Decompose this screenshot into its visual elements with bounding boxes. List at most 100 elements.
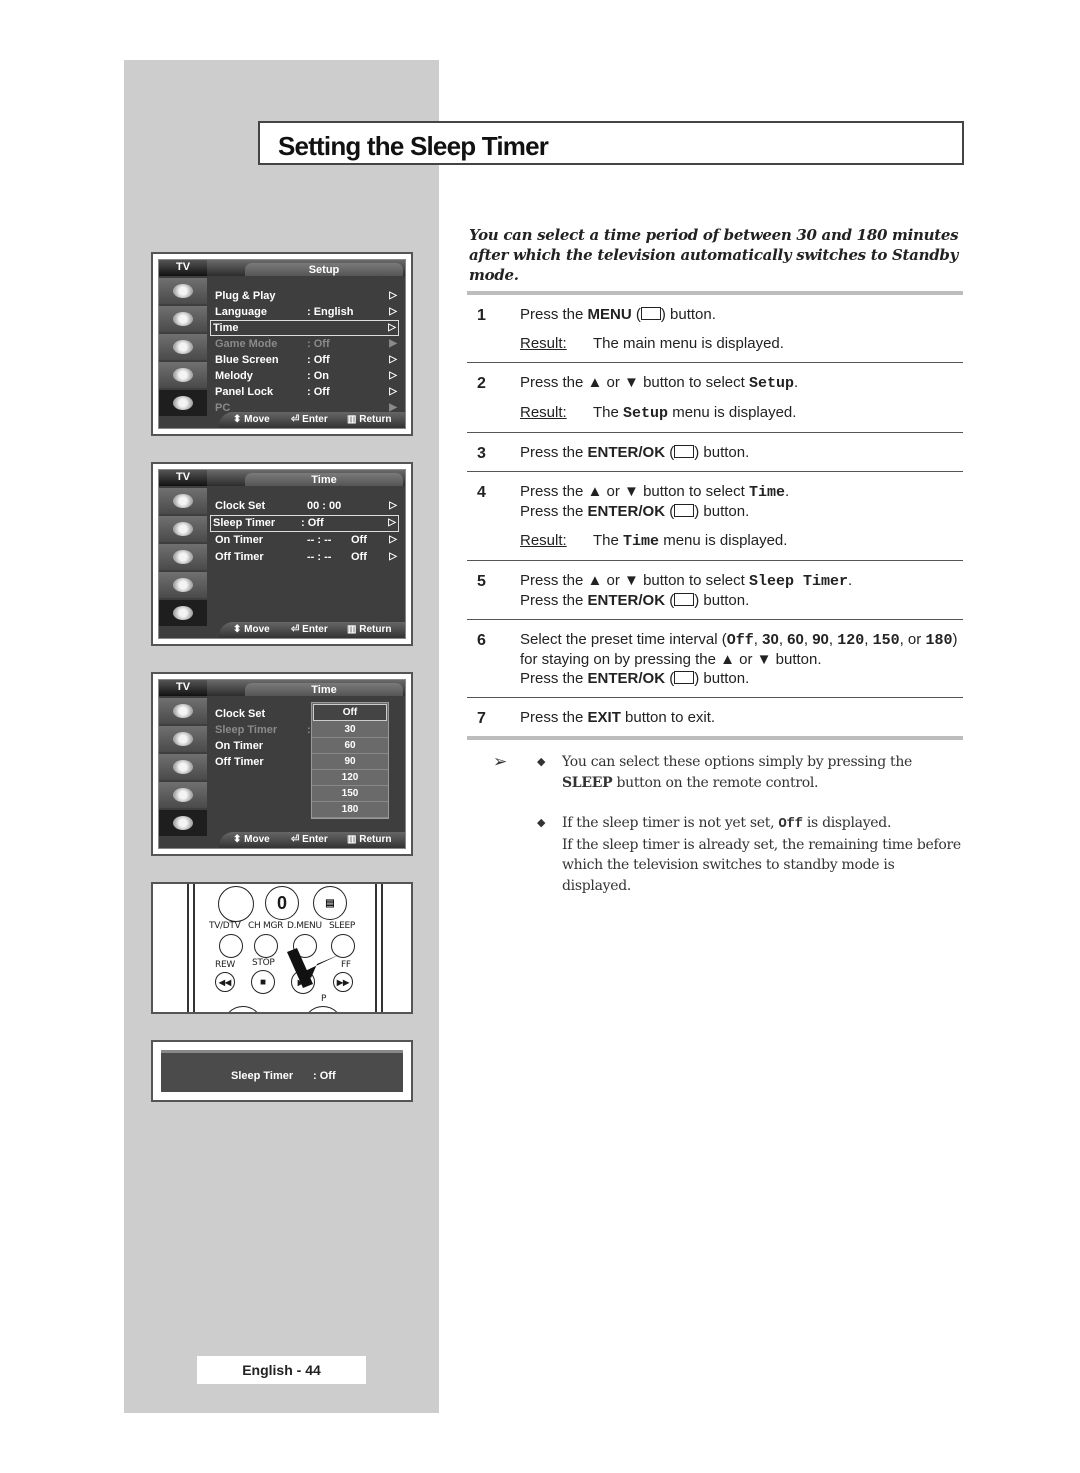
stop-label: STOP [252, 958, 275, 968]
sleep-timer-status-osd: Sleep Timer : Off [151, 1040, 413, 1102]
sleep-label: SLEEP [329, 921, 356, 931]
remote-info-button: ▤ [313, 886, 347, 920]
tvdtv-button [219, 934, 243, 958]
step-2: 2 Press the ▲ or ▼ button to select Setu… [477, 374, 799, 422]
osd-menu-item[interactable]: Sleep Timer: Off ▷ [210, 515, 399, 532]
intro-text: You can select a time period of between … [469, 226, 959, 284]
enter-key-icon [674, 671, 695, 684]
item-value: : Off [307, 338, 330, 350]
submenu-arrow-icon: ▷ [389, 386, 397, 397]
item-label: Melody [215, 370, 253, 382]
osd-tv-label: TV [159, 680, 207, 696]
step-3: 3 Press the ENTER/OK () button. [477, 444, 750, 462]
status-label: Sleep Timer [231, 1070, 294, 1082]
setup-icon [159, 810, 207, 836]
osd-icon-column [159, 278, 207, 418]
osd-menu-item[interactable]: Game Mode : Off ▶ [213, 336, 399, 352]
bullet-icon: ◆ [537, 816, 546, 829]
sleep-timer-option[interactable]: 150 [312, 786, 388, 802]
item-value: : Off [307, 354, 330, 366]
chmgr-label: CH MGR [248, 921, 284, 931]
sound-icon [159, 754, 207, 780]
title-box: Setting the Sleep Timer [258, 121, 964, 165]
osd-icon-column [159, 698, 207, 838]
sleep-timer-option[interactable]: 30 [312, 722, 388, 738]
pointer-arrow-icon [287, 948, 341, 988]
page-number: English - 44 [197, 1356, 366, 1384]
step-1: 1 Press the MENU () button. Result: The m… [477, 306, 784, 352]
item-label: Game Mode [215, 338, 278, 350]
sleep-timer-option[interactable]: 60 [312, 738, 388, 754]
remote-control-illustration: 0 ▤ TV/DTV CH MGR D.MENU SLEEP REW STOP … [151, 882, 413, 1014]
osd-menu-item[interactable]: Time ▷ [210, 320, 399, 336]
sound-icon [159, 334, 207, 360]
page-title: Setting the Sleep Timer [278, 131, 549, 161]
step-7: 7 Press the EXIT button to exit. [477, 709, 716, 727]
osd-header: Time [245, 473, 403, 486]
volume-button [223, 1006, 263, 1012]
return-hint: ▥ Return [347, 414, 392, 425]
item-value: : On [307, 370, 329, 382]
submenu-arrow-icon: ▷ [389, 354, 397, 365]
item-label: Blue Screen [215, 354, 279, 366]
osd-menu-item[interactable]: Language: English ▷ [213, 304, 399, 320]
osd-setup-menu: TV Setup Plug & Play ▷ Language: English ▷ T… [151, 252, 413, 436]
p-label: P [321, 994, 327, 1004]
picture-icon [159, 726, 207, 752]
rew-button: ◀◀ [215, 972, 235, 992]
picture-icon [159, 306, 207, 332]
note-pointer-icon: ➢ [493, 752, 507, 772]
osd-footer: ⬍ Move ⏎ Enter ▥ Return [219, 832, 405, 848]
item-label: Panel Lock [215, 386, 274, 398]
osd-menu-item[interactable]: Blue Screen : Off ▷ [213, 352, 399, 368]
result-label: Result: [520, 335, 567, 352]
dmenu-label: D.MENU [287, 921, 322, 931]
picture-icon [159, 516, 207, 542]
channel-icon [159, 572, 207, 598]
osd-tv-label: TV [159, 260, 207, 276]
osd-menu-item[interactable]: Melody: On ▷ [213, 368, 399, 384]
step-5: 5 Press the ▲ or ▼ button to select Slee… [477, 572, 853, 609]
note-1: ➢ ◆ You can select these options simply … [493, 752, 913, 791]
sound-icon [159, 544, 207, 570]
submenu-arrow-icon: ▷ [389, 500, 397, 511]
osd-menu-item[interactable]: On Timer -- : -- Off ▷ [213, 532, 399, 549]
submenu-arrow-icon: ▷ [388, 322, 396, 333]
sleep-timer-option[interactable]: 120 [312, 770, 388, 786]
osd-menu-item[interactable]: Plug & Play ▷ [213, 288, 399, 304]
item-value: : Off [307, 386, 330, 398]
note-2: ◆ If the sleep timer is not yet set, Off… [537, 815, 961, 894]
sleep-timer-option[interactable]: 90 [312, 754, 388, 770]
setup-icon [159, 600, 207, 626]
channel-icon [159, 782, 207, 808]
input-icon [159, 488, 207, 514]
sleep-timer-options[interactable]: Off 30 60 90 120 150 180 [311, 702, 389, 819]
osd-footer: ⬍ Move ⏎ Enter ▥ Return [219, 622, 405, 638]
channel-button [303, 1006, 343, 1012]
remote-blank-button [218, 886, 254, 922]
step-number: 1 [477, 307, 486, 324]
channel-icon [159, 362, 207, 388]
submenu-arrow-icon: ▶ [389, 338, 397, 349]
osd-header: Time [245, 683, 403, 696]
setup-icon [159, 390, 207, 416]
sleep-timer-option[interactable]: Off [313, 704, 387, 721]
move-hint: ⬍ Move [233, 414, 270, 425]
item-label: Time [213, 322, 239, 334]
tvdtv-label: TV/DTV [209, 921, 241, 931]
input-icon [159, 278, 207, 304]
stop-button: ■ [251, 970, 275, 994]
osd-icon-column [159, 488, 207, 628]
enter-key-icon [674, 593, 695, 606]
steps-list: 1 Press the MENU () button. Result: The m… [467, 291, 963, 740]
submenu-arrow-icon: ▷ [389, 551, 397, 562]
submenu-arrow-icon: ▷ [389, 306, 397, 317]
osd-menu-item[interactable]: Panel Lock : Off ▷ [213, 384, 399, 400]
osd-menu-item[interactable]: Clock Set 00 : 00 ▷ [213, 498, 399, 515]
osd-footer: ⬍ Move ⏎ Enter ▥ Return [219, 412, 405, 428]
osd-menu-item[interactable]: Off Timer -- : -- Off ▷ [213, 549, 399, 566]
menu-key-icon [640, 307, 661, 320]
submenu-arrow-icon: ▷ [389, 290, 397, 301]
status-value: : Off [313, 1070, 336, 1082]
sleep-timer-option[interactable]: 180 [312, 802, 388, 818]
